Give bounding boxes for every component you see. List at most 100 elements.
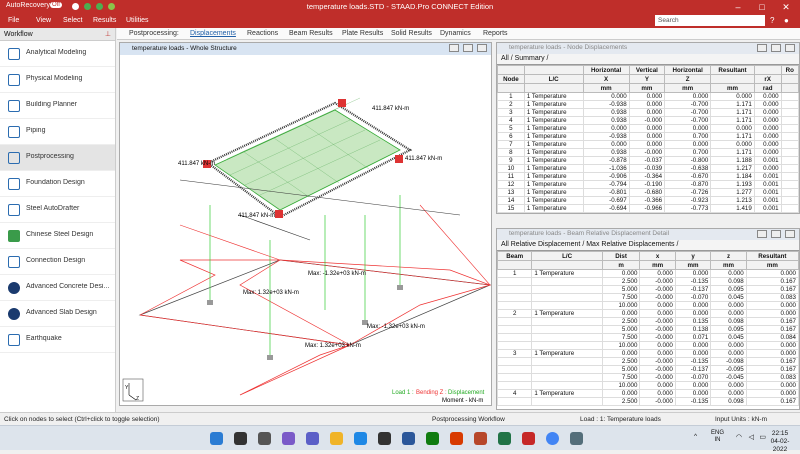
maximize-button[interactable]: □ bbox=[752, 0, 772, 14]
tab-reports[interactable]: Reports bbox=[483, 30, 508, 37]
table-row[interactable]: 7.500 -0.000 0.071 0.045 0.084 bbox=[497, 333, 799, 342]
workflow-item-physical-modeling[interactable]: Physical Modeling bbox=[0, 67, 115, 93]
user-icon[interactable]: ● bbox=[784, 16, 789, 25]
workflow-item-piping[interactable]: Piping bbox=[0, 119, 115, 145]
table-row[interactable]: 2.500 -0.000 -0.135 -0.098 0.167 bbox=[497, 357, 799, 366]
node-pane-close-button[interactable] bbox=[785, 44, 795, 52]
tab-solid-results[interactable]: Solid Results bbox=[391, 30, 432, 37]
structure-view[interactable]: 411.847 kN-m 411.847 kN-m 411.847 kN-m 4… bbox=[120, 55, 491, 405]
app-icon[interactable] bbox=[570, 432, 583, 445]
menu-select[interactable]: Select bbox=[63, 17, 82, 24]
table-row[interactable]: 51 Temperature 0.000 0.000 0.000 0.000 0.000 bbox=[497, 124, 799, 133]
workflow-item-earthquake[interactable]: Earthquake bbox=[0, 327, 115, 353]
table-row[interactable]: 14 1 Temperature -0.697 -0.366 -0.923 1.213 0.… bbox=[497, 196, 799, 205]
battery-icon[interactable]: ▭ bbox=[759, 433, 766, 441]
table-row[interactable]: 10 1 Temperature -1.036 -0.039 -0.638 1.217 0.… bbox=[497, 164, 799, 173]
powerpoint-icon[interactable] bbox=[474, 432, 487, 445]
table-row[interactable]: 21 Temperature -0.938 0.000 -0.700 1.171 0.00… bbox=[497, 100, 799, 109]
graphics-close-button[interactable] bbox=[477, 44, 487, 52]
node-pane-restore-button[interactable] bbox=[771, 44, 781, 52]
help-icon[interactable]: ? bbox=[770, 16, 774, 25]
table-row[interactable]: 31 Temperature 0.000 0.000 0.000 0.000 0.000 bbox=[497, 349, 799, 358]
table-row[interactable]: 5.000 -0.000 0.138 0.095 0.167 bbox=[497, 325, 799, 334]
tab-all-relative-displacement[interactable]: All Relative Displacement bbox=[501, 241, 580, 248]
table-row[interactable]: 11 1 Temperature -0.906 -0.364 -0.670 1.184 0.… bbox=[497, 172, 799, 181]
tray-overflow-icon[interactable]: ^ bbox=[694, 433, 697, 440]
office-icon[interactable] bbox=[450, 432, 463, 445]
menu-view[interactable]: View bbox=[36, 17, 51, 24]
table-row[interactable]: 21 Temperature 0.000 0.000 0.000 0.000 0.000 bbox=[497, 309, 799, 318]
tab-reactions[interactable]: Reactions bbox=[247, 30, 278, 37]
xbox-icon[interactable] bbox=[426, 432, 439, 445]
tab-dynamics[interactable]: Dynamics bbox=[440, 30, 471, 37]
tab-plate-results[interactable]: Plate Results bbox=[342, 30, 383, 37]
tab-beam-results[interactable]: Beam Results bbox=[289, 30, 333, 37]
table-row[interactable]: 2.500 -0.000 -0.135 0.098 0.167 bbox=[497, 277, 799, 286]
graphics-minimize-button[interactable] bbox=[449, 44, 459, 52]
table-row[interactable]: 2.500 -0.000 -0.135 0.098 0.167 bbox=[497, 397, 799, 406]
table-row[interactable]: 11 Temperature 0.000 0.000 0.000 0.000 0.000 bbox=[497, 92, 799, 101]
beam-pane-restore-button[interactable] bbox=[771, 230, 781, 238]
clock[interactable]: 22:15 04-02-2022 bbox=[768, 430, 792, 454]
table-row[interactable]: 10.000 0.000 0.000 0.000 0.000 bbox=[497, 341, 799, 350]
tab-summary[interactable]: Summary bbox=[515, 55, 545, 62]
table-row[interactable]: 13 1 Temperature -0.801 -0.680 -0.726 1.277 0.… bbox=[497, 188, 799, 197]
workflow-item-steel-autodrafter[interactable]: Steel AutoDrafter bbox=[0, 197, 115, 223]
teams-icon[interactable] bbox=[306, 432, 319, 445]
chrome-icon[interactable] bbox=[546, 432, 559, 445]
workflow-item-analytical-modeling[interactable]: Analytical Modeling bbox=[0, 41, 115, 67]
tab-max-relative-displacements[interactable]: Max Relative Displacements bbox=[586, 241, 674, 248]
taskbar-search-icon[interactable] bbox=[234, 432, 247, 445]
table-row[interactable]: 61 Temperature -0.938 0.000 0.700 1.171 0.000 bbox=[497, 132, 799, 141]
table-row[interactable]: 12 1 Temperature -0.794 -0.190 -0.870 1.193 0.… bbox=[497, 180, 799, 189]
word-icon[interactable] bbox=[402, 432, 415, 445]
table-row[interactable]: 71 Temperature 0.000 0.000 0.000 0.000 0.000 bbox=[497, 140, 799, 149]
workflow-item-foundation-design[interactable]: Foundation Design bbox=[0, 171, 115, 197]
menu-file[interactable]: File bbox=[8, 17, 19, 24]
staad-icon[interactable] bbox=[522, 432, 535, 445]
graphics-window[interactable]: temperature loads - Whole Structure 411.… bbox=[119, 42, 492, 406]
search-input[interactable]: Search bbox=[655, 15, 765, 26]
table-row[interactable]: 41 Temperature 0.000 0.000 0.000 0.000 0.000 bbox=[497, 389, 799, 398]
beam-pane-close-button[interactable] bbox=[785, 230, 795, 238]
pin-icon[interactable]: ⊥ bbox=[105, 30, 111, 38]
edge-icon[interactable] bbox=[354, 432, 367, 445]
workflow-item-connection-design[interactable]: Connection Design bbox=[0, 249, 115, 275]
table-row[interactable]: 11 Temperature 0.000 0.000 0.000 0.000 0.000 bbox=[497, 269, 799, 278]
table-row[interactable]: 5.000 -0.000 -0.137 -0.095 0.167 bbox=[497, 365, 799, 374]
task-view-icon[interactable] bbox=[258, 432, 271, 445]
table-row[interactable]: 15 1 Temperature -0.694 -0.966 -0.773 1.419 0.… bbox=[497, 204, 799, 213]
node-pane-minimize-button[interactable] bbox=[757, 44, 767, 52]
table-row[interactable]: 91 Temperature -0.878 -0.037 -0.800 1.188 0.0… bbox=[497, 156, 799, 165]
table-row[interactable]: 10.000 0.000 0.000 0.000 0.000 bbox=[497, 381, 799, 390]
workflow-item-postprocessing[interactable]: Postprocessing bbox=[0, 145, 115, 171]
file-explorer-icon[interactable] bbox=[330, 432, 343, 445]
volume-icon[interactable]: ◁ bbox=[749, 433, 754, 441]
menu-results[interactable]: Results bbox=[93, 17, 116, 24]
table-row[interactable]: 7.500 -0.000 -0.070 -0.045 0.083 bbox=[497, 373, 799, 382]
widgets-icon[interactable] bbox=[282, 432, 295, 445]
language-indicator[interactable]: ENG IN bbox=[711, 430, 724, 444]
beam-displacement-pane[interactable]: temperature loads - Beam Relative Displa… bbox=[496, 228, 800, 410]
menu-utilities[interactable]: Utilities bbox=[126, 17, 149, 24]
beam-pane-minimize-button[interactable] bbox=[757, 230, 767, 238]
table-row[interactable]: 10.000 0.000 0.000 0.000 0.000 bbox=[497, 301, 799, 310]
workflow-item-building-planner[interactable]: Building Planner bbox=[0, 93, 115, 119]
close-button[interactable]: ✕ bbox=[776, 0, 796, 14]
table-row[interactable]: 41 Temperature 0.938 -0.000 -0.700 1.171 0.00… bbox=[497, 116, 799, 125]
workflow-item-advanced-concrete-design[interactable]: Advanced Concrete Desi... bbox=[0, 275, 115, 301]
workflow-item-chinese-steel-design[interactable]: Chinese Steel Design bbox=[0, 223, 115, 249]
graphics-restore-button[interactable] bbox=[463, 44, 473, 52]
table-row[interactable]: 5.000 -0.000 -0.137 0.095 0.167 bbox=[497, 285, 799, 294]
table-row[interactable]: 81 Temperature 0.938 -0.000 0.700 1.171 0.000 bbox=[497, 148, 799, 157]
tab-displacements[interactable]: Displacements bbox=[190, 30, 236, 37]
tab-all[interactable]: All bbox=[501, 55, 509, 62]
start-icon[interactable] bbox=[210, 432, 223, 445]
table-row[interactable]: 31 Temperature 0.938 0.000 -0.700 1.171 0.000 bbox=[497, 108, 799, 117]
table-row[interactable]: 7.500 -0.000 -0.070 0.045 0.083 bbox=[497, 293, 799, 302]
store-icon[interactable] bbox=[378, 432, 391, 445]
table-row[interactable]: 2.500 -0.000 0.135 0.098 0.167 bbox=[497, 317, 799, 326]
minimize-button[interactable]: – bbox=[728, 0, 748, 14]
workflow-item-advanced-slab-design[interactable]: Advanced Slab Design bbox=[0, 301, 115, 327]
wifi-icon[interactable]: ◠ bbox=[736, 433, 742, 441]
